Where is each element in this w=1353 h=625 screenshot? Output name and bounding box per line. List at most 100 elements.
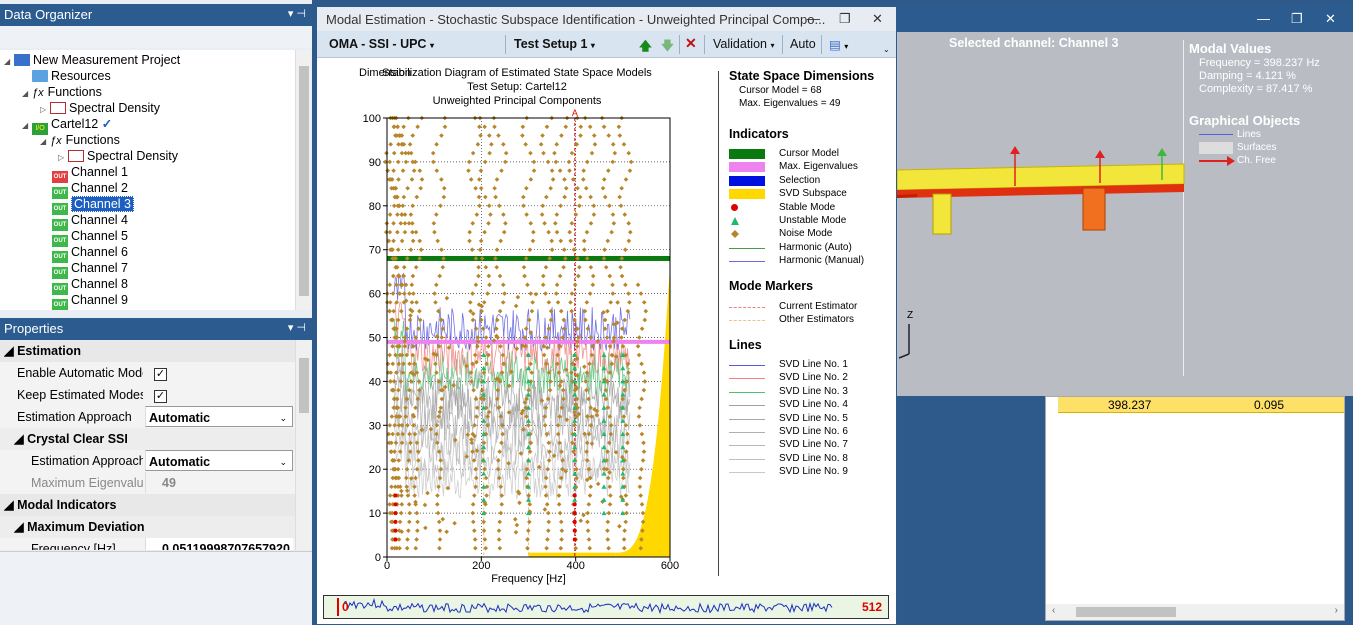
delete-icon[interactable]: ✕ bbox=[685, 35, 697, 52]
keep-estimated-checkbox[interactable]: ✓ bbox=[154, 390, 167, 403]
cell-frequency: 398.237 bbox=[1108, 398, 1152, 412]
y-tick-label: 50 bbox=[369, 333, 381, 345]
tree-item[interactable]: ◢ I/O Cartel12 ✓ bbox=[22, 116, 112, 135]
category-estimation[interactable]: ◢ Estimation bbox=[0, 340, 295, 362]
category-crystal-clear[interactable]: ◢ Crystal Clear SSI bbox=[0, 428, 295, 450]
props-scrollbar[interactable] bbox=[295, 340, 311, 550]
tree-item[interactable]: Resources bbox=[22, 68, 111, 84]
tree-item[interactable]: ▷ Spectral Density bbox=[40, 100, 160, 116]
arrow-up-icon[interactable]: 🡅 bbox=[639, 37, 652, 58]
table-row[interactable]: 398.237 0.095 bbox=[1058, 397, 1344, 413]
validation-dropdown[interactable]: Validation ▾ bbox=[713, 37, 774, 51]
tree-item-label: Channel 4 bbox=[71, 213, 128, 227]
tree-item[interactable]: OUT Channel 6 bbox=[42, 244, 128, 263]
minimize-icon[interactable]: — bbox=[807, 11, 820, 26]
spectrum-trace bbox=[337, 597, 833, 616]
spectrum-icon bbox=[50, 102, 66, 114]
legend-markers-title: Mode Markers bbox=[729, 279, 814, 293]
tree-item[interactable]: OUT Channel 9 bbox=[42, 292, 128, 310]
props-scroll-thumb[interactable] bbox=[299, 358, 309, 413]
tree-item-label: Spectral Density bbox=[87, 149, 179, 163]
tree-item[interactable]: OUT Channel 5 bbox=[42, 228, 128, 247]
max-eigen-line bbox=[387, 339, 670, 344]
stable-mode-point bbox=[393, 528, 398, 533]
minimize-icon[interactable]: — bbox=[1257, 11, 1270, 26]
expand-icon[interactable]: ◢ bbox=[22, 86, 32, 102]
tree-item[interactable]: ▷ Spectral Density bbox=[58, 148, 178, 164]
prop-max-eigen: Maximum Eigenvalues49 bbox=[0, 472, 295, 494]
geometry-titlebar: — ❐ ✕ bbox=[897, 6, 1353, 32]
project-icon bbox=[14, 54, 30, 66]
pin-icon[interactable]: ▾ ⊣ bbox=[288, 7, 306, 20]
scroll-thumb[interactable] bbox=[1076, 607, 1176, 617]
modal-estimation-dialog: Modal Estimation - Stochastic Subspace I… bbox=[316, 6, 897, 625]
y-tick-label: 10 bbox=[369, 508, 381, 520]
maximize-icon[interactable]: ❐ bbox=[839, 11, 851, 27]
surfaces-swatch bbox=[1199, 142, 1233, 154]
y-tick-label: 80 bbox=[369, 201, 381, 213]
scroll-right-icon[interactable]: › bbox=[1335, 605, 1338, 616]
tree-item-label: Channel 2 bbox=[71, 181, 128, 195]
tree-item[interactable]: ◢ New Measurement Project bbox=[4, 52, 180, 68]
tree-item[interactable]: OUT Channel 3 bbox=[42, 196, 134, 215]
spectrum-overview[interactable]: 0 512 bbox=[323, 595, 889, 619]
tree-item-label: Resources bbox=[51, 69, 111, 83]
overflow-icon[interactable]: ⌄ bbox=[883, 45, 890, 54]
tree-item-label: Channel 9 bbox=[71, 293, 128, 307]
mode-dropdown[interactable]: OMA - SSI - UPC ▾ bbox=[329, 37, 434, 51]
arrow-down-icon[interactable]: 🡇 bbox=[661, 37, 674, 58]
tree-item[interactable]: OUT Channel 1 bbox=[42, 164, 128, 183]
auto-button[interactable]: Auto bbox=[790, 37, 816, 51]
left-panel: Data Organizer ▾ ⊣ ◢ New Measurement Proj… bbox=[0, 0, 312, 625]
estimation-approach-select[interactable]: Automatic ⌄ bbox=[145, 406, 293, 427]
tree-item[interactable]: OUT Channel 8 bbox=[42, 276, 128, 295]
prop-estimation-approach2: Estimation Approach Automatic ⌄ bbox=[0, 450, 295, 472]
expand-icon[interactable]: ◢ bbox=[40, 134, 50, 150]
axis-z-label: Z bbox=[907, 310, 914, 321]
selected-channel-label: Selected channel: Channel 3 bbox=[949, 36, 1119, 50]
stable-mode-point bbox=[393, 537, 398, 542]
tree-item[interactable]: OUT Channel 2 bbox=[42, 180, 128, 199]
y-tick-label: 100 bbox=[363, 113, 381, 125]
legend-line: SVD Line No. 7 bbox=[779, 439, 848, 451]
estimation-approach2-select[interactable]: Automatic ⌄ bbox=[145, 450, 293, 471]
data-organizer-title: Data Organizer bbox=[4, 7, 93, 22]
legend-indicator: Harmonic (Auto) bbox=[779, 241, 852, 253]
properties-title: Properties bbox=[4, 321, 64, 336]
maximize-icon[interactable]: ❐ bbox=[1291, 11, 1303, 27]
tree-item-label: Functions bbox=[47, 85, 102, 99]
go-surfaces: Surfaces bbox=[1237, 142, 1277, 153]
data-organizer-titlebar: Data Organizer ▾ ⊣ bbox=[0, 4, 312, 26]
close-icon[interactable]: ✕ bbox=[872, 11, 883, 27]
tree-scroll-thumb[interactable] bbox=[299, 66, 309, 296]
close-icon[interactable]: ✕ bbox=[1325, 11, 1336, 27]
report-icon[interactable]: ▤ ▾ bbox=[829, 37, 848, 52]
x-tick-label: 400 bbox=[566, 560, 584, 572]
structure-model-view[interactable] bbox=[897, 136, 1187, 376]
folder-icon bbox=[32, 70, 48, 82]
expand-icon[interactable]: ◢ bbox=[4, 54, 14, 70]
enable-auto-checkbox[interactable]: ✓ bbox=[154, 368, 167, 381]
legend-indicator: Selection bbox=[779, 174, 821, 186]
tree-item[interactable]: ◢ ƒx Functions bbox=[22, 84, 102, 100]
expand-icon[interactable]: ◢ bbox=[22, 118, 32, 134]
tree-item[interactable]: OUT Channel 4 bbox=[42, 212, 128, 231]
geometry-3d-window: — ❐ ✕ Selected channel: Channel 3 Modal … bbox=[897, 6, 1353, 396]
table-hscroll[interactable]: ‹ › bbox=[1046, 604, 1344, 620]
tree-scrollbar[interactable] bbox=[295, 50, 311, 310]
toolbar-separator bbox=[821, 35, 822, 54]
scroll-left-icon[interactable]: ‹ bbox=[1052, 605, 1055, 616]
project-tree: ◢ New Measurement Project Resources ◢ ƒx Func… bbox=[0, 50, 295, 310]
tree-item[interactable]: OUT Channel 7 bbox=[42, 260, 128, 279]
y-tick-label: 40 bbox=[369, 376, 381, 388]
category-modal-indicators[interactable]: ◢ Modal Indicators bbox=[0, 494, 295, 516]
dialog-titlebar: Modal Estimation - Stochastic Subspace I… bbox=[317, 7, 896, 31]
tree-item[interactable]: ◢ ƒx Functions bbox=[40, 132, 120, 148]
stable-mode-point bbox=[393, 519, 398, 524]
tree-item-label: Channel 3 bbox=[71, 196, 134, 212]
stabilization-diagram[interactable]: DimensionStabilization Diagram of Estima… bbox=[325, 61, 725, 591]
category-max-deviation[interactable]: ◢ Maximum Deviation bbox=[0, 516, 295, 538]
pin-icon[interactable]: ▾ ⊣ bbox=[288, 321, 306, 334]
prop-keep-estimated: Keep Estimated Modes ✓ bbox=[17, 388, 167, 403]
setup-dropdown[interactable]: Test Setup 1 ▾ bbox=[514, 37, 595, 51]
